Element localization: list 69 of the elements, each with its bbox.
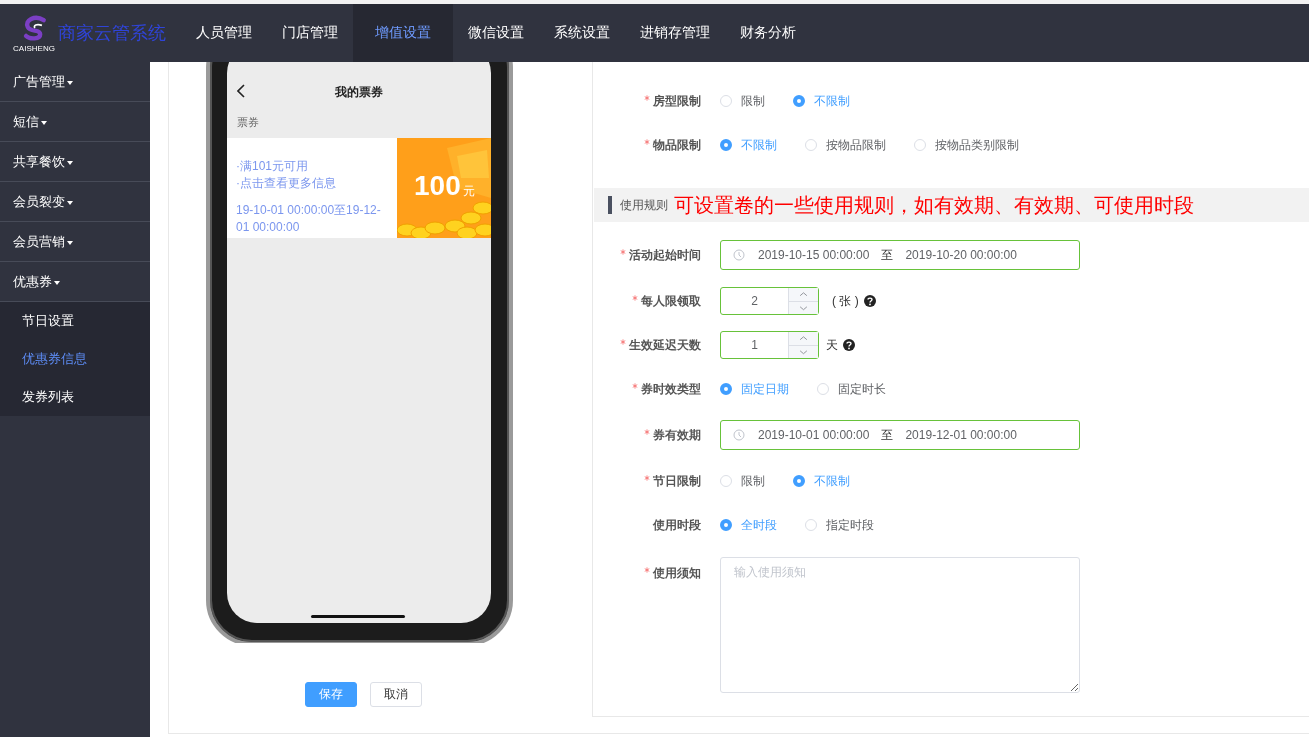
unit-label: ( 张 ): [832, 292, 859, 310]
decrement-icon[interactable]: [789, 344, 818, 358]
nav-tab[interactable]: 门店管理: [267, 4, 353, 62]
cancel-button[interactable]: 取消: [370, 682, 422, 707]
radio-label[interactable]: 按物品限制: [826, 136, 886, 154]
caret-icon: [67, 240, 73, 245]
radio-button[interactable]: [720, 383, 732, 395]
caret-icon: [41, 120, 47, 125]
radio-label[interactable]: 按物品类别限制: [935, 136, 1019, 154]
end-date: 2019-12-01 00:00:00: [905, 428, 1017, 442]
number-field[interactable]: 2: [720, 287, 819, 315]
radio-button[interactable]: [720, 139, 732, 151]
logo-text: CAISHENG: [13, 44, 55, 53]
field-label: 券时效类型: [641, 381, 701, 396]
sidebar-subitem[interactable]: 优惠券信息: [0, 340, 150, 378]
field-label: 房型限制: [653, 93, 701, 108]
field-label: 物品限制: [653, 137, 701, 152]
date-range-field[interactable]: 2019-10-15 00:00:00 至 2019-10-20 00:00:00: [720, 240, 1080, 270]
coupon-unit: 元: [462, 183, 475, 200]
radio-label[interactable]: 限制: [741, 92, 765, 110]
start-date: 2019-10-01 00:00:00: [758, 428, 870, 442]
field-label: 券有效期: [653, 427, 701, 442]
nav-tab[interactable]: 微信设置: [453, 4, 539, 62]
help-icon[interactable]: [863, 295, 876, 307]
field-label: 使用须知: [653, 566, 701, 580]
nav-tab[interactable]: 增值设置: [353, 4, 453, 62]
field-label: 活动起始时间: [629, 247, 701, 262]
app-title: 商家云管系统: [58, 22, 166, 45]
field-label: 生效延迟天数: [629, 337, 701, 352]
help-icon[interactable]: [843, 339, 855, 351]
field-label: 使用时段: [653, 517, 701, 532]
notes-field[interactable]: 输入使用须知: [720, 557, 1080, 693]
date-range-field[interactable]: 2019-10-01 00:00:00 至 2019-12-01 00:00:00: [720, 420, 1080, 450]
annotation-note: 可设置卷的一些使用规则，如有效期、有效期、可使用时段: [674, 192, 1194, 218]
clock-icon: [733, 429, 745, 441]
sidebar-subitem[interactable]: 发券列表: [0, 378, 150, 416]
radio-button[interactable]: [720, 519, 732, 531]
coupon-condition: ·点击查看更多信息: [236, 175, 337, 192]
caret-icon: [67, 200, 73, 205]
number-field[interactable]: 1: [720, 331, 819, 359]
nav-tab[interactable]: 人员管理: [181, 4, 267, 62]
caret-icon: [54, 280, 60, 285]
section-title: 使用规则: [620, 196, 668, 214]
nav-tab[interactable]: 财务分析: [725, 4, 811, 62]
nav-tab[interactable]: 系统设置: [539, 4, 625, 62]
caret-icon: [67, 80, 73, 85]
back-icon[interactable]: [237, 84, 246, 98]
unit-label: 天: [826, 336, 838, 354]
radio-button[interactable]: [793, 95, 805, 107]
nav-tab[interactable]: 进销存管理: [625, 4, 725, 62]
radio-label[interactable]: 指定时段: [826, 516, 874, 534]
end-date: 2019-10-20 00:00:00: [905, 248, 1017, 262]
radio-label[interactable]: 固定时长: [838, 380, 886, 398]
screen-title: 我的票券: [335, 83, 383, 101]
radio-button[interactable]: [793, 475, 805, 487]
caret-icon: [67, 160, 73, 165]
section-label: 票券: [236, 115, 260, 130]
coupon-condition: ·满101元可用: [236, 158, 310, 175]
radio-label[interactable]: 限制: [741, 472, 765, 490]
field-label: 节日限制: [653, 473, 701, 488]
sidebar-subitem[interactable]: 节日设置: [0, 302, 150, 340]
decrement-icon[interactable]: [789, 300, 818, 314]
coupon-validity: 19-10-01 00:00:00至19-12-01 00:00:00: [236, 202, 382, 236]
clock-icon: [733, 249, 745, 261]
start-date: 2019-10-15 00:00:00: [758, 248, 870, 262]
field-label: 每人限领取: [641, 293, 701, 308]
range-separator: 至: [881, 246, 894, 264]
coupon-amount: 100: [414, 170, 461, 202]
range-separator: 至: [881, 426, 894, 444]
